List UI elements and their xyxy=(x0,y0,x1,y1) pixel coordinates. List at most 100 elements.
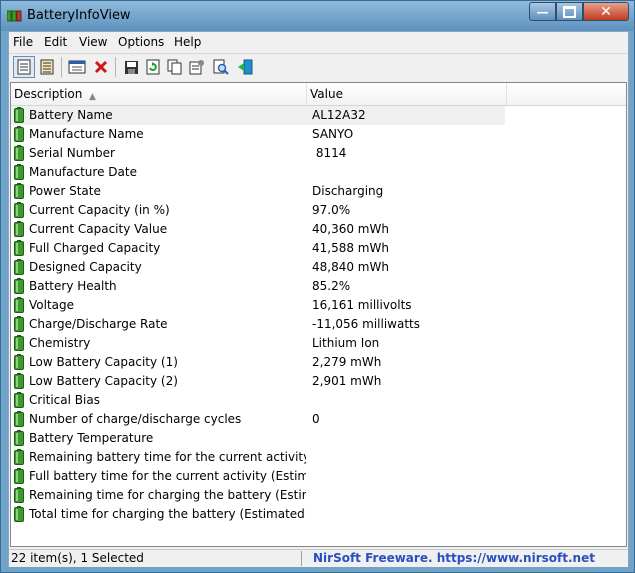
battery-icon xyxy=(14,373,24,389)
row-value: Discharging xyxy=(312,184,384,198)
client-area: File Edit View Options Help Description … xyxy=(8,31,629,567)
column-header-value[interactable]: Value xyxy=(307,83,507,105)
battery-icon xyxy=(14,449,24,465)
battery-icon xyxy=(14,506,24,522)
row-value: 41,588 mWh xyxy=(312,241,389,255)
table-row[interactable]: Full Charged Capacity 41,588 mWh xyxy=(11,239,626,258)
properties-window-button[interactable] xyxy=(66,56,88,78)
row-description: Full battery time for the current activi… xyxy=(29,469,306,483)
row-description: Voltage xyxy=(29,298,75,312)
save-button[interactable] xyxy=(120,56,142,78)
battery-icon xyxy=(14,183,24,199)
row-description: Current Capacity (in %) xyxy=(29,203,170,217)
toolbar-separator xyxy=(115,57,116,77)
row-description: Battery Name xyxy=(29,108,113,122)
table-row[interactable]: Battery Name AL12A32 xyxy=(11,106,626,125)
properties-button[interactable] xyxy=(186,56,208,78)
table-row[interactable]: Battery Temperature xyxy=(11,429,626,448)
battery-icon xyxy=(14,278,24,294)
menu-edit[interactable]: Edit xyxy=(44,35,67,49)
exit-icon xyxy=(237,59,252,75)
menu-options[interactable]: Options xyxy=(118,35,164,49)
table-row[interactable]: Low Battery Capacity (2) 2,901 mWh xyxy=(11,372,626,391)
minimize-button[interactable]: — xyxy=(529,2,556,21)
properties-icon xyxy=(189,60,204,75)
row-value: 40,360 mWh xyxy=(312,222,389,236)
app-window: BatteryInfoView — ✕ File Edit View Optio… xyxy=(0,0,635,573)
exit-button[interactable] xyxy=(234,56,256,78)
table-row[interactable]: Manufacture Date xyxy=(11,163,626,182)
table-row[interactable]: Low Battery Capacity (1) 2,279 mWh xyxy=(11,353,626,372)
table-row[interactable]: Battery Health 85.2% xyxy=(11,277,626,296)
row-value: SANYO xyxy=(312,127,354,141)
table-row[interactable]: Charge/Discharge Rate -11,056 milliwatts xyxy=(11,315,626,334)
battery-icon xyxy=(14,468,24,484)
menu-view[interactable]: View xyxy=(79,35,107,49)
table-row[interactable]: Manufacture Name SANYO xyxy=(11,125,626,144)
delete-icon xyxy=(94,60,108,74)
toolbar-separator xyxy=(61,57,62,77)
row-value: 48,840 mWh xyxy=(312,260,389,274)
status-item-count: 22 item(s), 1 Selected xyxy=(11,551,302,566)
table-row[interactable]: Full battery time for the current activi… xyxy=(11,467,626,486)
row-description: Power State xyxy=(29,184,101,198)
battery-icon xyxy=(14,221,24,237)
close-button[interactable]: ✕ xyxy=(583,2,629,21)
column-description-label: Description xyxy=(14,87,83,101)
list-header: Description ▲ Value xyxy=(11,83,626,106)
battery-info-list[interactable]: Description ▲ Value Battery Name AL12A32 M… xyxy=(10,82,627,547)
row-description: Remaining time for charging the battery … xyxy=(29,488,306,502)
row-description: Battery Temperature xyxy=(29,431,154,445)
battery-icon xyxy=(14,240,24,256)
battery-icon xyxy=(14,430,24,446)
battery-icon xyxy=(14,354,24,370)
title-bar[interactable]: BatteryInfoView — ✕ xyxy=(1,1,634,31)
status-bar: 22 item(s), 1 Selected NirSoft Freeware.… xyxy=(9,549,628,567)
row-value: 2,279 mWh xyxy=(312,355,382,369)
maximize-button[interactable] xyxy=(556,2,583,21)
table-row[interactable]: Current Capacity Value 40,360 mWh xyxy=(11,220,626,239)
battery-icon xyxy=(14,297,24,313)
close-icon: ✕ xyxy=(600,3,612,20)
properties-window-icon xyxy=(68,60,86,74)
table-row[interactable]: Total time for charging the battery (Est… xyxy=(11,505,626,524)
refresh-button[interactable] xyxy=(142,56,164,78)
sort-ascending-icon: ▲ xyxy=(89,92,96,102)
table-row[interactable]: Current Capacity (in %) 97.0% xyxy=(11,201,626,220)
table-row[interactable]: Remaining battery time for the current a… xyxy=(11,448,626,467)
menu-file[interactable]: File xyxy=(13,35,33,49)
row-description: Manufacture Name xyxy=(29,127,144,141)
row-description: Battery Health xyxy=(29,279,117,293)
row-value: -11,056 milliwatts xyxy=(312,317,420,331)
battery-icon xyxy=(14,126,24,142)
column-value-label: Value xyxy=(310,87,343,101)
table-row[interactable]: Power State Discharging xyxy=(11,182,626,201)
table-row[interactable]: Voltage 16,161 millivolts xyxy=(11,296,626,315)
table-row[interactable]: Chemistry Lithium Ion xyxy=(11,334,626,353)
column-header-description[interactable]: Description ▲ xyxy=(11,83,307,105)
find-button[interactable] xyxy=(210,56,232,78)
nirsoft-link[interactable]: NirSoft Freeware. https://www.nirsoft.ne… xyxy=(313,551,595,566)
copy-button[interactable] xyxy=(164,56,186,78)
row-description: Serial Number xyxy=(29,146,115,160)
row-value: 16,161 millivolts xyxy=(312,298,412,312)
row-value: 2,901 mWh xyxy=(312,374,382,388)
row-value: Lithium Ion xyxy=(312,336,380,350)
row-description: Charge/Discharge Rate xyxy=(29,317,168,331)
list-view-button[interactable] xyxy=(36,56,58,78)
minimize-icon: — xyxy=(536,4,549,19)
row-value: 97.0% xyxy=(312,203,351,217)
html-report-button[interactable] xyxy=(13,56,35,78)
row-description: Chemistry xyxy=(29,336,91,350)
table-row[interactable]: Designed Capacity 48,840 mWh xyxy=(11,258,626,277)
table-row[interactable]: Serial Number 8114 xyxy=(11,144,626,163)
delete-button[interactable] xyxy=(90,56,112,78)
menu-help[interactable]: Help xyxy=(174,35,201,49)
table-row[interactable]: Number of charge/discharge cycles 0 xyxy=(11,410,626,429)
toolbar xyxy=(9,53,628,80)
table-row[interactable]: Remaining time for charging the battery … xyxy=(11,486,626,505)
row-description: Current Capacity Value xyxy=(29,222,168,236)
battery-icon xyxy=(14,487,24,503)
table-row[interactable]: Critical Bias xyxy=(11,391,626,410)
battery-icon xyxy=(14,392,24,408)
